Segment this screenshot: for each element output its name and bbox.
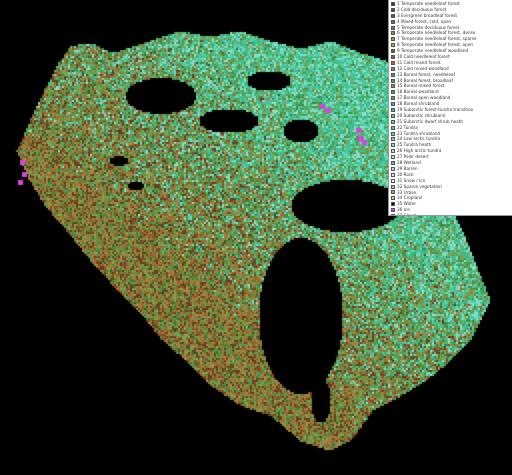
legend-swatch <box>391 25 395 30</box>
legend-item: 37 Cloud <box>391 213 510 216</box>
legend-swatch <box>391 90 395 95</box>
legend-swatch <box>391 166 395 171</box>
map-legend: 1 Temperate needleleaf forest 2 Cold deci… <box>388 0 512 216</box>
legend-swatch <box>391 54 395 59</box>
legend-swatch <box>391 178 395 183</box>
legend-swatch <box>391 72 395 77</box>
legend-swatch <box>391 31 395 36</box>
legend-swatch <box>391 119 395 124</box>
legend-swatch <box>391 78 395 83</box>
legend-swatch <box>391 102 395 107</box>
legend-swatch <box>391 84 395 89</box>
legend-swatch <box>391 131 395 136</box>
legend-swatch <box>391 43 395 48</box>
legend-swatch <box>391 107 395 112</box>
legend-swatch <box>391 184 395 189</box>
legend-swatch <box>391 13 395 18</box>
legend-swatch <box>391 149 395 154</box>
legend-swatch <box>391 49 395 54</box>
legend-swatch <box>391 214 395 215</box>
legend-swatch <box>391 125 395 130</box>
legend-swatch <box>391 60 395 65</box>
legend-swatch <box>391 37 395 42</box>
legend-swatch <box>391 208 395 213</box>
legend-swatch <box>391 1 395 6</box>
legend-swatch <box>391 96 395 101</box>
legend-swatch <box>391 172 395 177</box>
legend-swatch <box>391 190 395 195</box>
legend-label: 37 Cloud <box>397 213 416 216</box>
legend-swatch <box>391 202 395 207</box>
legend-swatch <box>391 7 395 12</box>
legend-swatch <box>391 143 395 148</box>
legend-swatch <box>391 137 395 142</box>
legend-swatch <box>391 155 395 160</box>
legend-swatch <box>391 66 395 71</box>
legend-swatch <box>391 160 395 165</box>
legend-swatch <box>391 19 395 24</box>
legend-swatch <box>391 196 395 201</box>
legend-swatch <box>391 113 395 118</box>
